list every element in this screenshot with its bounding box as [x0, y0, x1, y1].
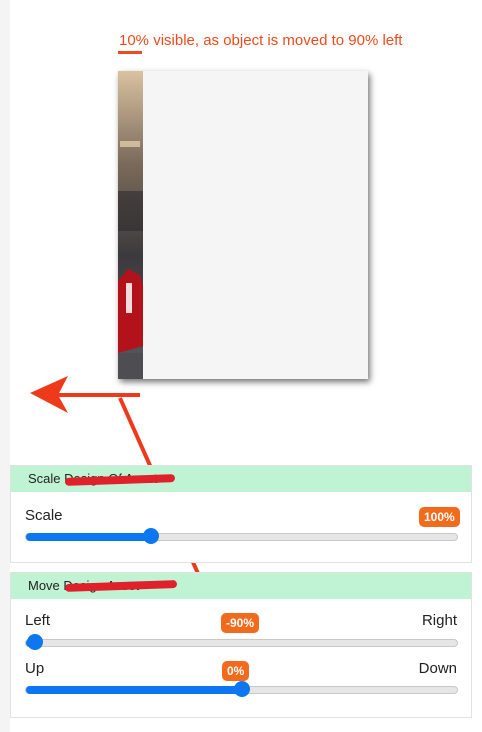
move-panel-header: Move Design Asset [11, 573, 471, 599]
vertical-slider[interactable] [25, 681, 458, 697]
left-label: Left [25, 612, 51, 629]
down-label: Down [418, 660, 457, 677]
scale-slider-fill [26, 533, 151, 541]
vertical-slider-fill [26, 686, 242, 694]
asset-preview [118, 71, 368, 379]
vertical-slider-thumb[interactable] [233, 681, 250, 697]
annotation-caption: 10% visible, as object is moved to 90% l… [119, 32, 403, 49]
horizontal-slider[interactable] [25, 634, 458, 650]
scale-label: Scale [25, 507, 63, 524]
scale-panel-header: Scale Design Of Asset [11, 466, 471, 492]
right-label: Right [421, 612, 457, 629]
up-label: Up [25, 660, 45, 677]
scale-value-badge: 100% [419, 507, 460, 527]
move-panel: Move Design Asset Left -90% Right Up 0% … [10, 572, 472, 718]
caption-underline [118, 51, 142, 54]
scale-slider[interactable] [25, 528, 458, 544]
horizontal-slider-thumb[interactable] [26, 634, 43, 650]
scale-panel: Scale Design Of Asset Scale 100% [10, 465, 472, 563]
horizontal-value-badge: -90% [221, 613, 260, 633]
vertical-value-badge: 0% [222, 661, 250, 681]
car-photo-visible-slice [118, 71, 143, 379]
scale-slider-thumb[interactable] [142, 528, 159, 544]
arrow-left-icon [30, 376, 140, 413]
page-gutter [0, 0, 10, 732]
